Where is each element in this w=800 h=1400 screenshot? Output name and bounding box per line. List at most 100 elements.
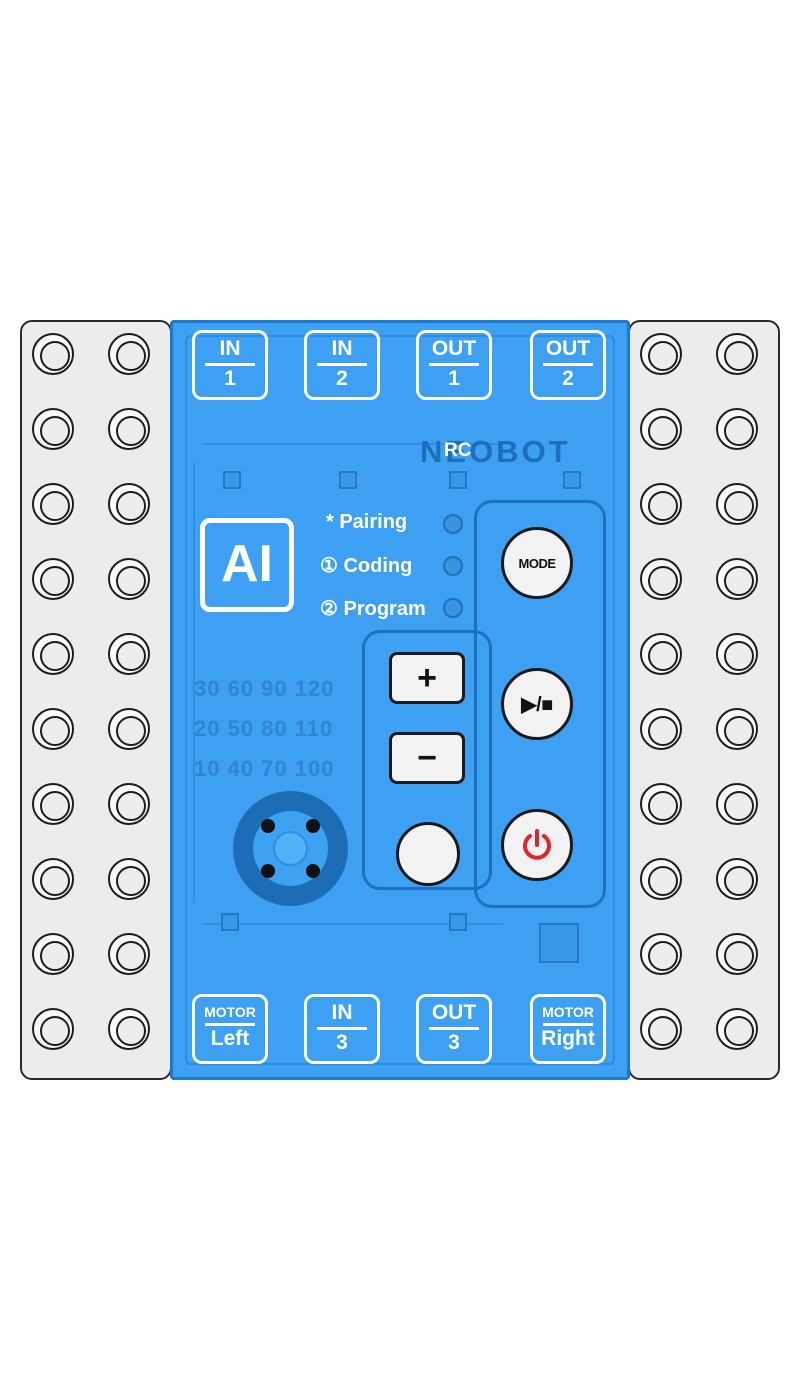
port-number-label: 3 [336,1031,348,1054]
port-out-1[interactable]: OUT 1 [416,330,492,400]
function-button[interactable] [396,822,460,886]
brick-stud [716,408,758,450]
component-chip [449,913,467,931]
brand-logo: NEOBOT [420,434,571,469]
ir-receiver-ring [253,811,328,886]
port-out-3[interactable]: OUT 3 [416,994,492,1064]
brick-stud [108,633,150,675]
brick-stud [640,558,682,600]
brick-stud [32,558,74,600]
pairing-led [443,514,463,534]
port-number-label: 2 [562,367,574,390]
brick-stud [32,1008,74,1050]
component-chip [449,471,467,489]
brick-stud [716,333,758,375]
brick-stud [32,633,74,675]
port-type-label: OUT [431,337,477,360]
brick-stud [640,483,682,525]
port-type-label: IN [331,337,353,360]
brick-stud [640,708,682,750]
port-type-label: MOTOR [204,1004,256,1020]
brick-stud [640,783,682,825]
brick-stud [32,933,74,975]
brick-stud [32,333,74,375]
port-out-2[interactable]: OUT 2 [530,330,606,400]
right-brick-rail [628,320,780,1080]
brick-stud [716,708,758,750]
ir-pin [261,819,275,833]
brick-stud [32,783,74,825]
brick-stud [640,933,682,975]
power-button[interactable] [501,809,573,881]
ir-pin [306,864,320,878]
port-divider [205,1023,255,1026]
brick-stud [108,1008,150,1050]
brick-stud [108,333,150,375]
port-in-2[interactable]: IN 2 [304,330,380,400]
speed-scale-row: 30 60 90 120 [194,676,335,701]
port-type-label: OUT [431,1001,477,1024]
brick-stud [32,708,74,750]
ir-receiver-icon [273,831,308,866]
ir-pin [261,864,275,878]
port-type-label: MOTOR [542,1004,594,1020]
port-divider [543,1023,593,1026]
mode-button-label: MODE [518,555,557,571]
brick-stud [716,558,758,600]
play-stop-button[interactable]: ▶/■ [501,668,573,740]
port-divider [429,363,479,366]
brick-stud [640,333,682,375]
brick-stud [32,858,74,900]
brick-stud [108,708,150,750]
port-in-3[interactable]: IN 3 [304,994,380,1064]
brick-stud [108,408,150,450]
port-in-1[interactable]: IN 1 [192,330,268,400]
port-divider [317,1027,367,1030]
port-type-label: OUT [545,337,591,360]
ir-receiver [233,791,348,906]
play-stop-icon: ▶/■ [521,693,553,716]
port-motor-left[interactable]: MOTOR Left [192,994,268,1064]
mode-button[interactable]: MODE [501,527,573,599]
brick-stud [716,633,758,675]
brick-stud [640,408,682,450]
port-number-label: 1 [448,367,460,390]
brick-stud [716,858,758,900]
port-number-label: 1 [224,367,236,390]
brick-stud [108,783,150,825]
component-chip [223,471,241,489]
port-divider [317,363,367,366]
coding-led [443,556,463,576]
brick-stud [716,1008,758,1050]
brick-stud [108,558,150,600]
port-motor-right[interactable]: MOTOR Right [530,994,606,1064]
brick-stud [32,408,74,450]
minus-icon: − [417,738,437,777]
left-brick-rail [20,320,172,1080]
brick-stud [108,858,150,900]
mode-coding-label: ① Coding [320,555,413,577]
plus-button[interactable]: + [389,652,465,704]
port-type-label: IN [219,337,241,360]
port-number-label: 2 [336,367,348,390]
port-divider [205,363,255,366]
port-divider [543,363,593,366]
port-type-label: IN [331,1001,353,1024]
component-chip [221,913,239,931]
port-divider [429,1027,479,1030]
program-led [443,598,463,618]
brick-stud [32,483,74,525]
ai-badge: AI [200,518,294,612]
speed-scale-row: 20 50 80 110 [194,716,334,741]
brick-stud [640,633,682,675]
component-chip [339,471,357,489]
component-chip [563,471,581,489]
minus-button[interactable]: − [389,732,465,784]
brick-stud [108,483,150,525]
brick-stud [108,933,150,975]
brick-stud [640,858,682,900]
plus-icon: + [417,658,437,697]
brick-stud [640,1008,682,1050]
speed-scale-row: 10 40 70 100 [194,756,335,781]
mode-pairing-label: * Pairing [326,511,408,533]
